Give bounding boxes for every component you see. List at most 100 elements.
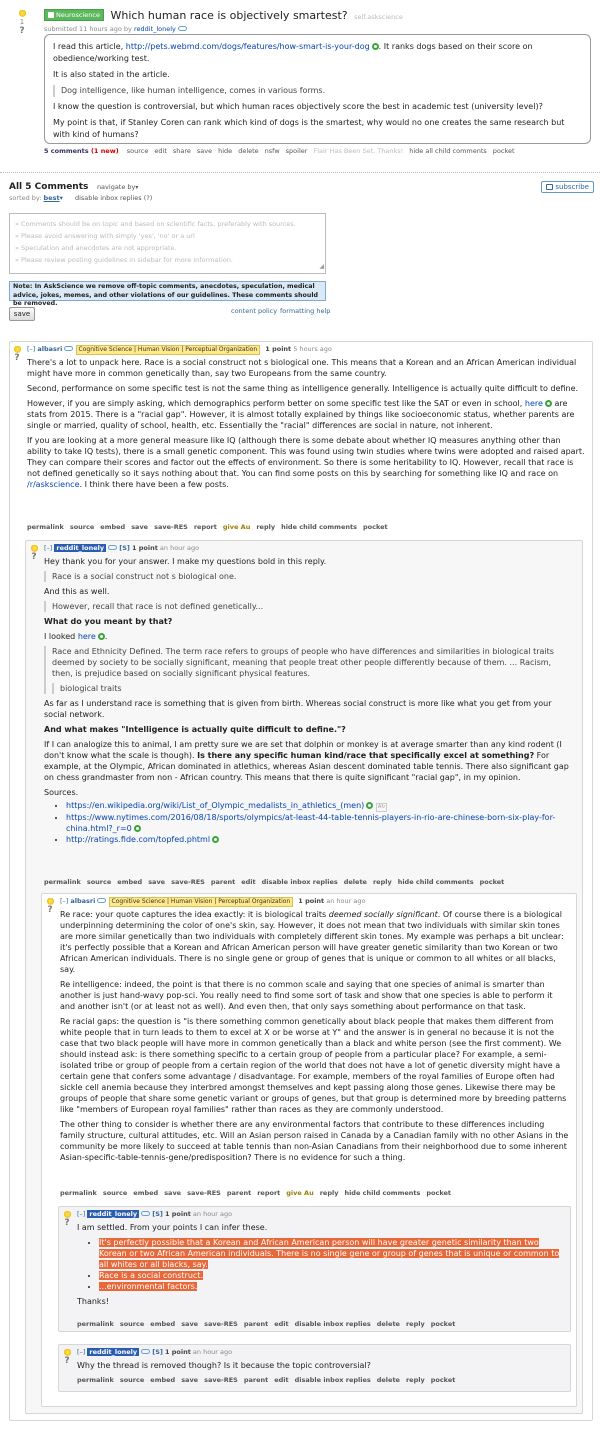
- save-comment-button[interactable]: save: [9, 307, 35, 321]
- pocket-button[interactable]: pocket: [363, 523, 388, 531]
- disable-inbox-button[interactable]: disable inbox replies: [295, 1376, 371, 1384]
- give-gold-button[interactable]: give Au: [223, 523, 250, 531]
- post-article-link[interactable]: http://pets.webmd.com/dogs/features/how-…: [126, 42, 370, 51]
- pocket-button[interactable]: pocket: [431, 1320, 456, 1328]
- save-button[interactable]: save: [181, 1376, 198, 1384]
- hide-child-comments-button[interactable]: hide child comments: [344, 1189, 420, 1197]
- reply-textarea[interactable]: » Comments should be on topic and based …: [9, 213, 326, 274]
- delete-button[interactable]: delete: [377, 1320, 400, 1328]
- reply-button[interactable]: reply: [320, 1189, 339, 1197]
- permalink-button[interactable]: permalink: [77, 1376, 114, 1384]
- post-title[interactable]: Which human race is objectively smartest…: [111, 9, 348, 22]
- resize-handle[interactable]: ◢: [319, 261, 324, 273]
- source-link[interactable]: https://en.wikipedia.org/wiki/List_of_Ol…: [66, 801, 364, 810]
- save-res-button[interactable]: save-RES: [171, 878, 205, 886]
- post-flair[interactable]: Neuroscience: [44, 9, 104, 21]
- external-link-icon[interactable]: [97, 633, 105, 640]
- comment-author[interactable]: albasri: [70, 897, 95, 905]
- comment-author[interactable]: reddit_lonely: [87, 1210, 140, 1218]
- save-button[interactable]: save: [131, 523, 148, 531]
- delete-button[interactable]: delete: [377, 1376, 400, 1384]
- edit-button[interactable]: edit: [274, 1320, 288, 1328]
- navigate-by[interactable]: navigate by▾: [97, 183, 138, 191]
- reply-button[interactable]: reply: [256, 523, 275, 531]
- comment-author[interactable]: reddit_lonely: [87, 1348, 140, 1356]
- subreddit-link[interactable]: /r/askscience: [27, 480, 79, 489]
- reply-button[interactable]: reply: [373, 878, 392, 886]
- question-icon[interactable]: ?: [28, 553, 40, 562]
- edit-button[interactable]: edit: [241, 878, 255, 886]
- permalink-button[interactable]: permalink: [77, 1320, 114, 1328]
- hide-child-comments-button[interactable]: hide child comments: [398, 878, 474, 886]
- embed-button[interactable]: embed: [100, 523, 125, 531]
- subscribe-button[interactable]: subscribe: [541, 181, 594, 193]
- submitter-tag[interactable]: [S]: [152, 1348, 163, 1356]
- save-res-button[interactable]: save-RES: [204, 1320, 238, 1328]
- save-res-button[interactable]: save-RES: [204, 1376, 238, 1384]
- question-icon[interactable]: ?: [61, 1219, 73, 1228]
- translate-icon[interactable]: A↻: [375, 803, 388, 812]
- save-res-button[interactable]: save-RES: [187, 1189, 221, 1197]
- lightbulb-icon[interactable]: [18, 10, 26, 18]
- save-res-button[interactable]: save-RES: [154, 523, 188, 531]
- hide-child-comments-button[interactable]: hide child comments: [281, 523, 357, 531]
- external-link-icon[interactable]: [366, 802, 374, 809]
- post-author[interactable]: reddit_lonely: [134, 25, 176, 33]
- permalink-button[interactable]: permalink: [27, 523, 64, 531]
- external-link-icon[interactable]: [212, 836, 220, 843]
- save-button[interactable]: save: [181, 1320, 198, 1328]
- submitter-tag[interactable]: [S]: [152, 1210, 163, 1218]
- share-button[interactable]: share: [173, 147, 191, 155]
- embed-button[interactable]: embed: [117, 878, 142, 886]
- external-link-icon[interactable]: [544, 400, 552, 407]
- collapse-toggle[interactable]: [–]: [27, 345, 35, 353]
- pocket-button[interactable]: pocket: [480, 878, 505, 886]
- hide-button[interactable]: hide: [218, 147, 232, 155]
- help-link[interactable]: (?): [144, 194, 153, 202]
- collapse-toggle[interactable]: [–]: [60, 897, 68, 905]
- delete-button[interactable]: delete: [344, 878, 367, 886]
- submitter-tag[interactable]: [S]: [119, 544, 130, 552]
- source-button[interactable]: source: [127, 147, 149, 155]
- permalink-button[interactable]: permalink: [44, 878, 81, 886]
- pocket-button[interactable]: pocket: [431, 1376, 456, 1384]
- collapse-toggle[interactable]: [–]: [44, 544, 52, 552]
- report-button[interactable]: report: [194, 523, 217, 531]
- comments-link[interactable]: 5 comments (1 new): [44, 147, 119, 155]
- source-link[interactable]: http://ratings.fide.com/topfed.phtml: [66, 835, 210, 844]
- source-button[interactable]: source: [103, 1189, 127, 1197]
- collapse-toggle[interactable]: [–]: [77, 1210, 85, 1218]
- give-gold-button[interactable]: give Au: [286, 1189, 313, 1197]
- reply-button[interactable]: reply: [406, 1376, 425, 1384]
- save-button[interactable]: save: [164, 1189, 181, 1197]
- report-button[interactable]: report: [257, 1189, 280, 1197]
- spoiler-button[interactable]: spoiler: [286, 147, 308, 155]
- source-button[interactable]: source: [70, 523, 94, 531]
- comment-author[interactable]: reddit_lonely: [54, 544, 107, 552]
- save-button[interactable]: save: [148, 878, 165, 886]
- source-button[interactable]: source: [87, 878, 111, 886]
- external-link-icon[interactable]: [133, 825, 141, 832]
- parent-button[interactable]: parent: [211, 878, 235, 886]
- stats-link[interactable]: here: [525, 399, 543, 408]
- nsfw-button[interactable]: nsfw: [265, 147, 280, 155]
- parent-button[interactable]: parent: [227, 1189, 251, 1197]
- permalink-button[interactable]: permalink: [60, 1189, 97, 1197]
- comment-author[interactable]: albasri: [37, 345, 62, 353]
- embed-button[interactable]: embed: [150, 1320, 175, 1328]
- source-button[interactable]: source: [120, 1376, 144, 1384]
- reply-button[interactable]: reply: [406, 1320, 425, 1328]
- edit-button[interactable]: edit: [154, 147, 166, 155]
- question-icon[interactable]: ?: [11, 354, 23, 363]
- delete-button[interactable]: delete: [238, 147, 258, 155]
- formatting-help-link[interactable]: formatting help: [280, 307, 330, 315]
- edit-button[interactable]: edit: [274, 1376, 288, 1384]
- question-icon[interactable]: ?: [44, 906, 56, 915]
- question-icon[interactable]: ?: [16, 27, 28, 36]
- disable-inbox-button[interactable]: disable inbox replies: [262, 878, 338, 886]
- post-domain[interactable]: self.askscience: [354, 13, 403, 21]
- sort-dropdown[interactable]: best: [44, 194, 60, 202]
- pocket-button[interactable]: pocket: [493, 147, 515, 155]
- external-link-icon[interactable]: [371, 43, 379, 50]
- embed-button[interactable]: embed: [150, 1376, 175, 1384]
